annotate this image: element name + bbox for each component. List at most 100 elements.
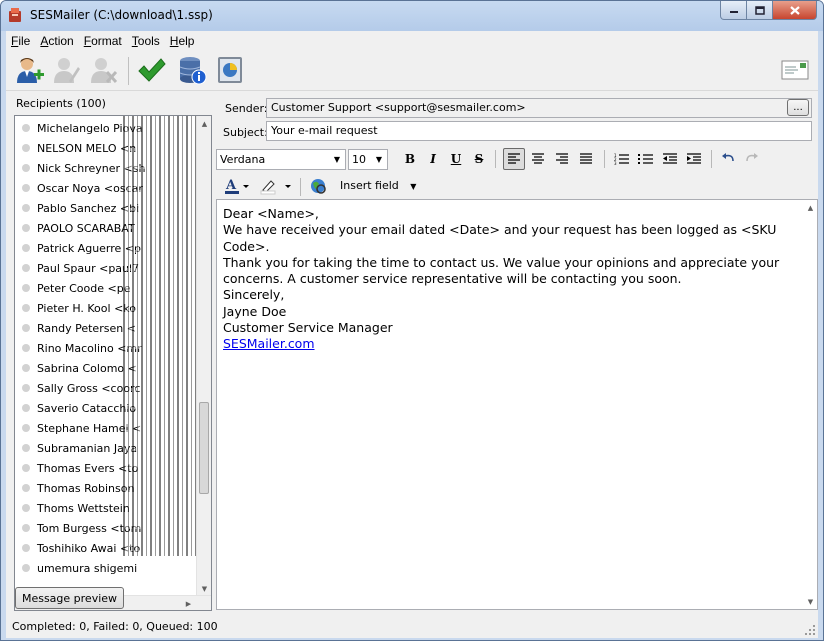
- status-dot-icon: [22, 524, 30, 532]
- check-icon: [138, 58, 166, 82]
- insert-field-dropdown[interactable]: Insert field ▼: [340, 179, 416, 192]
- format-toolbar: Verdana ▼ 10 ▼ B I U S 1 2 3 A Insert fi…: [216, 147, 817, 203]
- outdent-button[interactable]: [659, 148, 681, 170]
- message-editor[interactable]: Dear <Name>, We have received your email…: [216, 199, 818, 610]
- scroll-up-arrow-icon[interactable]: ▲: [197, 116, 211, 131]
- message-envelope-button[interactable]: [779, 54, 811, 86]
- indent-button[interactable]: [683, 148, 705, 170]
- body-link[interactable]: SESMailer.com: [223, 336, 315, 351]
- menu-tools[interactable]: Tools: [127, 31, 165, 51]
- highlighter-icon: [260, 180, 291, 195]
- title-bar[interactable]: SESMailer (C:\download\1.ssp): [1, 1, 823, 31]
- status-dot-icon: [22, 184, 30, 192]
- scroll-down-arrow-icon[interactable]: ▼: [803, 594, 817, 609]
- recipient-row[interactable]: umemura shigemi: [15, 558, 197, 578]
- status-dot-icon: [22, 304, 30, 312]
- message-body[interactable]: Dear <Name>, We have received your email…: [223, 206, 793, 353]
- numbered-list-button[interactable]: 123: [611, 148, 633, 170]
- message-preview-button[interactable]: Message preview: [15, 587, 124, 609]
- recipients-scroll-thumb[interactable]: [199, 402, 209, 494]
- app-window: SESMailer (C:\download\1.ssp) File Actio…: [0, 0, 824, 641]
- toolbar-separator: [128, 57, 129, 85]
- underline-icon: U: [450, 152, 462, 166]
- recipient-name: umemura shigemi: [37, 561, 138, 575]
- status-dot-icon: [22, 324, 30, 332]
- status-dot-icon: [22, 384, 30, 392]
- sender-field[interactable]: Customer Support <support@sesmailer.com>: [266, 98, 812, 118]
- strikethrough-button[interactable]: S: [468, 148, 490, 170]
- menu-format-hotkey: F: [83, 34, 92, 48]
- globe-link-icon: [311, 179, 326, 194]
- menu-file[interactable]: File: [6, 31, 35, 51]
- obscured-email-region: [123, 116, 197, 556]
- sender-browse-button[interactable]: ...: [787, 99, 809, 116]
- align-justify-button[interactable]: [575, 148, 597, 170]
- check-button[interactable]: [135, 54, 167, 86]
- status-bar: Completed: 0, Failed: 0, Queued: 100: [6, 616, 818, 638]
- main-toolbar: [6, 51, 818, 91]
- menu-bar: File Action Format Tools Help: [6, 31, 818, 51]
- menu-help-label: elp: [178, 34, 195, 48]
- subject-label: Subject:: [223, 126, 268, 139]
- bold-icon: B: [404, 152, 416, 166]
- insert-field-label: Insert field: [340, 179, 399, 192]
- menu-format[interactable]: Format: [79, 31, 127, 51]
- italic-button[interactable]: I: [422, 148, 444, 170]
- resize-grip-icon[interactable]: [804, 624, 816, 636]
- scroll-down-arrow-icon[interactable]: ▼: [197, 581, 211, 596]
- status-dot-icon: [22, 364, 30, 372]
- undo-button[interactable]: [717, 148, 739, 170]
- maximize-icon: [754, 5, 765, 15]
- status-dot-icon: [22, 244, 30, 252]
- edit-recipient-button[interactable]: [50, 54, 82, 86]
- format-separator: [300, 178, 301, 196]
- format-separator: [495, 150, 496, 168]
- menu-help[interactable]: Help: [165, 31, 200, 51]
- menu-tools-label: ools: [137, 34, 160, 48]
- status-dot-icon: [22, 464, 30, 472]
- menu-action[interactable]: Action: [35, 31, 78, 51]
- remove-recipient-icon: [91, 58, 118, 84]
- bold-button[interactable]: B: [399, 148, 421, 170]
- maximize-button[interactable]: [747, 1, 773, 20]
- insert-link-button[interactable]: [307, 175, 329, 197]
- editor-vertical-scrollbar[interactable]: ▲ ▼: [803, 200, 817, 609]
- underline-button[interactable]: U: [445, 148, 467, 170]
- status-dot-icon: [22, 124, 30, 132]
- minimize-icon: [729, 11, 738, 13]
- status-dot-icon: [22, 204, 30, 212]
- status-dot-icon: [22, 404, 30, 412]
- status-text: Completed: 0, Failed: 0, Queued: 100: [12, 620, 218, 633]
- scroll-up-arrow-icon[interactable]: ▲: [803, 200, 817, 215]
- redo-button[interactable]: [741, 148, 763, 170]
- align-left-button[interactable]: [503, 148, 525, 170]
- status-dot-icon: [22, 264, 30, 272]
- chevron-down-icon: ▼: [375, 155, 383, 164]
- recipients-vertical-scrollbar[interactable]: ▲ ▼: [196, 116, 211, 596]
- format-separator: [604, 150, 605, 168]
- client-area: File Action Format Tools Help Recipients…: [6, 31, 818, 638]
- scroll-right-arrow-icon[interactable]: ▶: [181, 596, 196, 610]
- report-button[interactable]: [214, 54, 246, 86]
- align-center-button[interactable]: [527, 148, 549, 170]
- remove-recipient-button[interactable]: [87, 54, 119, 86]
- bullet-list-icon: [638, 153, 653, 164]
- recipient-name: Randy Petersen <: [37, 321, 136, 335]
- add-recipient-button[interactable]: [13, 54, 45, 86]
- database-info-button[interactable]: [176, 54, 208, 86]
- align-right-button[interactable]: [551, 148, 573, 170]
- minimize-button[interactable]: [720, 1, 747, 20]
- redo-icon: [746, 153, 758, 162]
- recipient-name: Pieter H. Kool <ko: [37, 301, 136, 315]
- close-button[interactable]: [773, 1, 817, 20]
- menu-format-label: ormat: [91, 34, 122, 48]
- font-name-select[interactable]: Verdana ▼: [216, 149, 346, 170]
- chevron-down-icon: ▼: [333, 155, 341, 164]
- recipients-list[interactable]: Michelangelo Piova NELSON MELO <n Nick Sch…: [14, 115, 212, 611]
- bullet-list-button[interactable]: [635, 148, 657, 170]
- subject-field[interactable]: Your e-mail request: [266, 121, 812, 141]
- status-dot-icon: [22, 344, 30, 352]
- font-color-button[interactable]: A: [222, 175, 250, 197]
- highlight-color-button[interactable]: [258, 175, 294, 197]
- font-size-select[interactable]: 10 ▼: [348, 149, 388, 170]
